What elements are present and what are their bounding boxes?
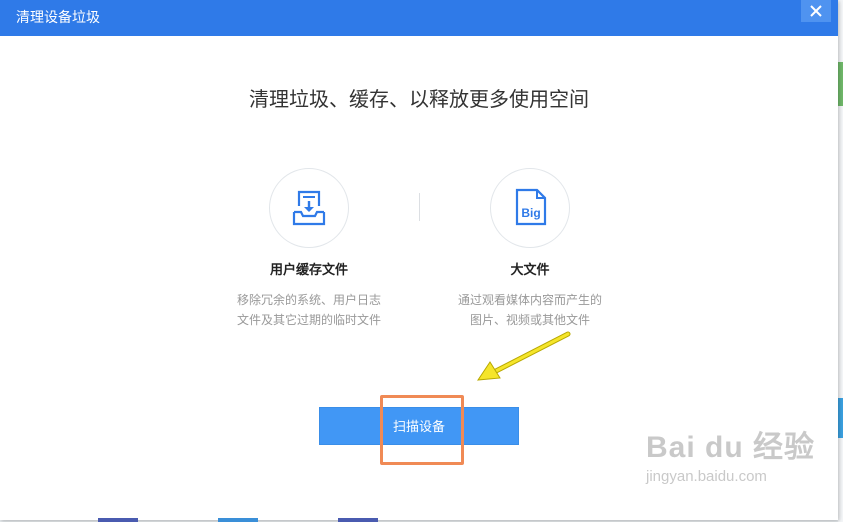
inbox-download-icon (292, 190, 326, 226)
big-files-description-line2: 图片、视频或其他文件 (469, 313, 590, 327)
cache-files-description-line1: 移除冗余的系统、用户日志 (236, 293, 381, 307)
cache-files-icon-circle (269, 168, 349, 248)
background-blue-accent (838, 398, 843, 438)
cache-files-description-line2: 文件及其它过期的临时文件 (236, 313, 381, 327)
annotation-highlight-box (380, 395, 464, 465)
background-window-edge (838, 0, 843, 522)
baidu-watermark: Bai du 经验 jingyan.baidu.com (646, 430, 836, 486)
big-file-icon: Big (515, 188, 547, 226)
taskbar-item (98, 518, 138, 522)
big-file-icon-label: Big (521, 206, 540, 220)
close-button[interactable] (801, 0, 831, 22)
cache-files-title: 用户缓存文件 (269, 263, 348, 278)
dialog-headline: 清理垃圾、缓存、以释放更多使用空间 (249, 87, 589, 111)
big-files-title: 大文件 (510, 263, 550, 278)
watermark-url: jingyan.baidu.com (646, 468, 767, 485)
annotation-arrow-icon (477, 331, 571, 381)
watermark-main: Bai du 经验 (646, 431, 816, 464)
big-files-description-line1: 通过观看媒体内容而产生的 (457, 293, 602, 307)
big-files-icon-circle: Big (490, 168, 570, 248)
taskbar-item (338, 518, 378, 522)
clean-device-dialog: 清理设备垃圾 清理垃圾、缓存、以释放更多使用空间 用户缓存文件 移除冗余的系统、… (0, 0, 838, 520)
dialog-title: 清理设备垃圾 (16, 10, 100, 26)
close-icon (810, 5, 822, 17)
dialog-titlebar: 清理设备垃圾 (0, 0, 838, 36)
items-divider (419, 193, 420, 221)
taskbar-item (218, 518, 258, 522)
background-green-accent (838, 62, 843, 106)
